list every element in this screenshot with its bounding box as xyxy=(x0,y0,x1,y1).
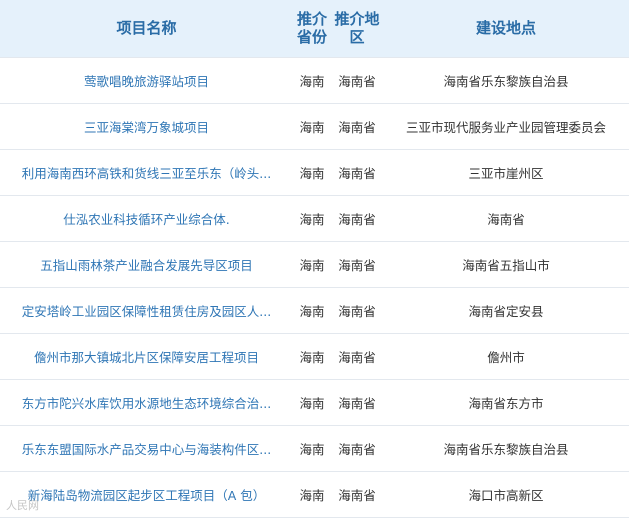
area-cell: 海南省 xyxy=(338,257,376,273)
header-area: 推介地区 xyxy=(334,10,380,47)
area-cell: 海南省 xyxy=(338,441,376,457)
project-name-link[interactable]: 利用海南西环高铁和货线三亚至乐东（岭头... xyxy=(0,149,293,195)
area-cell: 海南省 xyxy=(338,211,376,227)
location-cell: 海南省定安县 xyxy=(468,303,544,319)
table-row: 利用海南西环高铁和货线三亚至乐东（岭头... 海南 海南省 三亚市崖州区 xyxy=(0,149,629,195)
province-cell: 海南 xyxy=(299,349,325,365)
location-cell: 三亚市现代服务业产业园管理委员会 xyxy=(405,119,606,135)
area-cell: 海南省 xyxy=(338,487,376,503)
table-row: 五指山雨林茶产业融合发展先导区项目 海南 海南省 海南省五指山市 xyxy=(0,241,629,287)
area-cell: 海南省 xyxy=(338,349,376,365)
province-cell: 海南 xyxy=(299,441,325,457)
area-cell: 海南省 xyxy=(338,165,376,181)
header-project-name: 项目名称 xyxy=(116,19,177,38)
location-cell: 三亚市崖州区 xyxy=(468,165,544,181)
province-cell: 海南 xyxy=(299,395,325,411)
header-province: 推介 省份 xyxy=(296,10,327,47)
area-cell: 海南省 xyxy=(338,395,376,411)
header-location: 建设地点 xyxy=(475,19,536,38)
province-cell: 海南 xyxy=(299,303,325,319)
project-name-link[interactable]: 莺歌唱晚旅游驿站项目 xyxy=(0,57,293,103)
project-table: 项目名称 推介 省份 推介地区 建设地点 莺歌唱晚旅游驿站项目 海南 海南省 海南… xyxy=(0,0,629,518)
project-name-link[interactable]: 新海陆岛物流园区起步区工程项目（A 包） xyxy=(0,471,293,517)
location-cell: 海口市高新区 xyxy=(468,487,544,503)
province-cell: 海南 xyxy=(299,165,325,181)
area-cell: 海南省 xyxy=(338,119,376,135)
table-row: 乐东东盟国际水产品交易中心与海装构件区... 海南 海南省 海南省乐东黎族自治县 xyxy=(0,425,629,471)
area-cell: 海南省 xyxy=(338,303,376,319)
table-header-row: 项目名称 推介 省份 推介地区 建设地点 xyxy=(0,0,629,57)
province-cell: 海南 xyxy=(299,257,325,273)
location-cell: 海南省五指山市 xyxy=(462,257,550,273)
project-name-link[interactable]: 三亚海棠湾万象城项目 xyxy=(0,103,293,149)
location-cell: 海南省乐东黎族自治县 xyxy=(443,73,569,89)
location-cell: 海南省东方市 xyxy=(468,395,544,411)
province-cell: 海南 xyxy=(299,487,325,503)
province-cell: 海南 xyxy=(299,73,325,89)
location-cell: 儋州市 xyxy=(487,349,525,365)
province-cell: 海南 xyxy=(299,119,325,135)
project-name-link[interactable]: 五指山雨林茶产业融合发展先导区项目 xyxy=(0,241,293,287)
project-name-link[interactable]: 儋州市那大镇城北片区保障安居工程项目 xyxy=(0,333,293,379)
location-cell: 海南省乐东黎族自治县 xyxy=(443,441,569,457)
project-name-link[interactable]: 定安塔岭工业园区保障性租赁住房及园区人... xyxy=(0,287,293,333)
province-cell: 海南 xyxy=(299,211,325,227)
table-row: 仕泓农业科技循环产业综合体. 海南 海南省 海南省 xyxy=(0,195,629,241)
table-row: 儋州市那大镇城北片区保障安居工程项目 海南 海南省 儋州市 xyxy=(0,333,629,379)
table-row: 三亚海棠湾万象城项目 海南 海南省 三亚市现代服务业产业园管理委员会 xyxy=(0,103,629,149)
location-cell: 海南省 xyxy=(487,211,525,227)
project-name-link[interactable]: 仕泓农业科技循环产业综合体. xyxy=(0,195,293,241)
table-row: 东方市陀兴水库饮用水源地生态环境综合治... 海南 海南省 海南省东方市 xyxy=(0,379,629,425)
table-row: 莺歌唱晚旅游驿站项目 海南 海南省 海南省乐东黎族自治县 xyxy=(0,57,629,103)
area-cell: 海南省 xyxy=(338,73,376,89)
project-name-link[interactable]: 乐东东盟国际水产品交易中心与海装构件区... xyxy=(0,425,293,471)
project-name-link[interactable]: 东方市陀兴水库饮用水源地生态环境综合治... xyxy=(0,379,293,425)
table-row: 定安塔岭工业园区保障性租赁住房及园区人... 海南 海南省 海南省定安县 xyxy=(0,287,629,333)
table-row: 新海陆岛物流园区起步区工程项目（A 包） 海南 海南省 海口市高新区 xyxy=(0,471,629,517)
